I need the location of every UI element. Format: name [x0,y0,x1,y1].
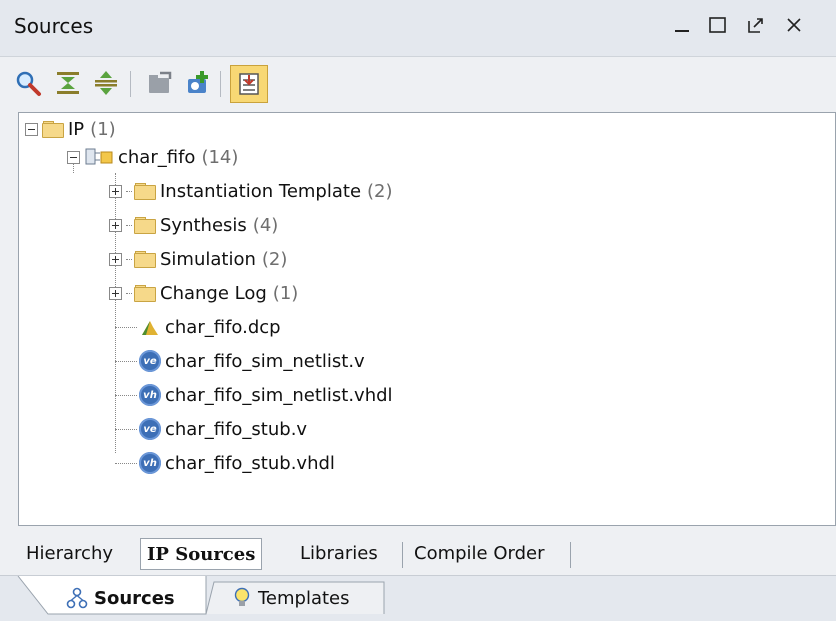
close-icon [787,18,801,32]
search-icon [16,71,41,96]
show-all-toggle-button[interactable] [230,65,268,103]
lightbulb-icon [234,587,250,606]
tree-folder-instantiation-template[interactable]: Instantiation Template (2) [109,177,393,205]
view-tabs: Sources Templates [0,575,836,621]
panel-title: Sources [14,14,94,38]
float-icon [748,18,763,33]
tree-file-stub-v[interactable]: ve char_fifo_stub.v [115,415,307,443]
tree-node-count: (2) [261,248,288,270]
view-tab-sources[interactable]: Sources [66,580,175,616]
tree-file-stub-vhdl[interactable]: vh char_fifo_stub.vhdl [115,449,335,477]
collapse-all-icon [57,72,79,94]
float-button[interactable] [742,10,770,40]
sources-hierarchy-icon [66,587,88,609]
tree-folder-synthesis[interactable]: Synthesis (4) [109,211,278,239]
minimize-button[interactable] [668,10,696,40]
view-tab-label: Sources [94,587,175,609]
tab-hierarchy[interactable]: Hierarchy [20,538,119,568]
folder-icon [134,183,156,200]
tree-node-label: char_fifo [118,146,196,168]
tree-node-label: Synthesis [160,214,247,236]
tree-file-sim-netlist-vhdl[interactable]: vh char_fifo_sim_netlist.vhdl [115,381,393,409]
expand-toggle-icon[interactable] [109,286,122,300]
tree-node-label: char_fifo_stub.vhdl [165,452,335,474]
tree-node-label: char_fifo_sim_netlist.vhdl [165,384,393,406]
folder-icon [134,251,156,268]
expand-all-icon [95,71,117,95]
tree-node-char-fifo[interactable]: char_fifo (14) [67,143,238,171]
panel-titlebar: Sources [0,0,836,57]
tree-node-count: (1) [90,118,116,140]
vhdl-icon: vh [139,384,161,406]
tree-node-label: Simulation [160,248,256,270]
folder-icon [134,285,156,302]
tree-node-count: (4) [252,214,279,236]
tree-node-label: IP [68,118,85,140]
minimize-icon [675,30,689,32]
view-tab-templates[interactable]: Templates [232,580,350,616]
collapse-toggle-icon[interactable] [25,122,38,136]
dcp-icon [139,317,161,337]
add-sources-button[interactable] [180,65,216,101]
search-button[interactable] [10,65,46,101]
tree-node-label: char_fifo_stub.v [165,418,308,440]
sources-toolbar [0,57,836,111]
sources-subtabs: Hierarchy IP Sources Libraries Compile O… [0,530,836,574]
expand-all-button[interactable] [88,65,124,101]
verilog-icon: ve [139,418,161,440]
collapse-toggle-icon[interactable] [67,150,80,164]
tree-node-label: char_fifo_sim_netlist.v [165,350,365,372]
tree-node-label: char_fifo.dcp [165,316,281,338]
tree-folder-simulation[interactable]: Simulation (2) [109,245,287,273]
verilog-icon: ve [139,350,161,372]
tree-node-count: (1) [272,282,299,304]
tree-folder-change-log[interactable]: Change Log (1) [109,279,298,307]
collapse-all-button[interactable] [50,65,86,101]
expand-toggle-icon[interactable] [109,252,122,266]
add-sources-icon [188,71,208,93]
close-button[interactable] [780,10,808,40]
vhdl-icon: vh [139,452,161,474]
tree-node-count: (14) [201,146,239,168]
sources-tree: IP (1) char_fifo (14) Instantiation Temp [18,112,836,526]
open-folder-icon [42,121,64,138]
show-all-toggle-icon [239,73,259,95]
expand-toggle-icon[interactable] [109,184,122,198]
open-file-icon [149,71,172,93]
maximize-button[interactable] [704,10,732,40]
tree-node-label: Change Log [160,282,267,304]
tree-node-count: (2) [367,180,393,202]
tab-libraries[interactable]: Libraries [294,538,384,568]
tree-file-sim-netlist-v[interactable]: ve char_fifo_sim_netlist.v [115,347,365,375]
tree-node-label: Instantiation Template [160,180,362,202]
sources-panel: Sources IP (1) char_fifo (14) Instantiat… [0,0,836,621]
maximize-icon [709,17,726,33]
tree-file-dcp[interactable]: char_fifo.dcp [115,313,281,341]
tree-node-ip[interactable]: IP (1) [25,115,116,143]
view-tab-label: Templates [258,587,350,609]
ip-core-icon [84,147,114,167]
folder-icon [134,217,156,234]
tab-ip-sources[interactable]: IP Sources [140,538,263,570]
open-file-button[interactable] [142,65,178,101]
expand-toggle-icon[interactable] [109,218,122,232]
tab-compile-order[interactable]: Compile Order [408,538,551,568]
